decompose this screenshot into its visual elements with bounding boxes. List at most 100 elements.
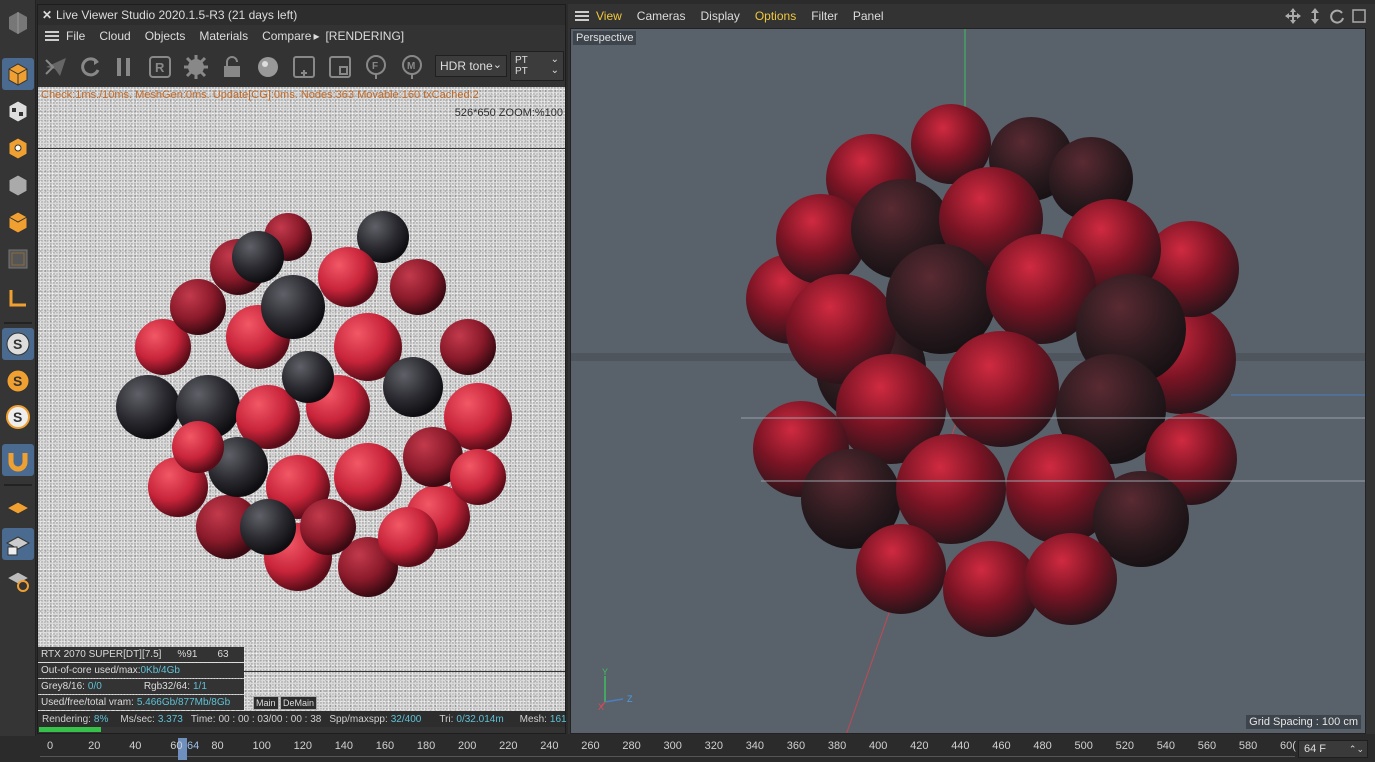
points-mode-icon[interactable] xyxy=(2,132,34,164)
lock-grid-icon[interactable] xyxy=(2,528,34,560)
hdr-tone-value: HDR tone xyxy=(440,59,493,73)
grid-spacing-label: Grid Spacing : 100 cm xyxy=(1246,715,1361,729)
vram-label: Used/free/total vram: xyxy=(41,697,134,708)
timeline-tick: 580 xyxy=(1238,740,1258,752)
demain-tag[interactable]: DeMain xyxy=(280,696,318,710)
menu-materials[interactable]: Materials xyxy=(199,29,248,43)
move-view-icon[interactable] xyxy=(1285,8,1301,24)
edges-mode-icon[interactable] xyxy=(2,169,34,201)
hamburger-icon[interactable] xyxy=(38,31,66,41)
timeline-tick: 460 xyxy=(992,740,1011,752)
out-of-core-row: Out-of-core used/max: 0Kb/4Gb xyxy=(38,663,244,678)
axis-mode-icon[interactable] xyxy=(2,282,34,314)
live-viewer-titlebar: ✕ Live Viewer Studio 2020.1.5-R3 (21 day… xyxy=(38,5,565,25)
uv-mode-icon[interactable] xyxy=(2,243,34,275)
menu-objects[interactable]: Objects xyxy=(145,29,186,43)
gpu-temp: 63 xyxy=(217,649,229,660)
timeline-tick: 340 xyxy=(745,740,765,752)
main-tag[interactable]: Main xyxy=(253,696,279,710)
svg-text:S: S xyxy=(13,409,22,425)
timeline-tick: 240 xyxy=(540,740,559,752)
timeline[interactable]: 0 20 40 60 80 100 120 140 160 180 200 220 240 260 280 3… xyxy=(0,736,1375,762)
region-render-icon[interactable]: R xyxy=(146,53,174,81)
gpu-usage: %91 xyxy=(177,649,198,660)
kernel-select[interactable]: PT PT ⌄ ⌄ xyxy=(510,51,564,81)
menu-display[interactable]: Display xyxy=(700,9,739,23)
region-box-icon[interactable] xyxy=(326,53,354,81)
checker-cube-icon[interactable] xyxy=(2,95,34,127)
send-scene-icon[interactable] xyxy=(42,53,70,81)
timeline-tick: 420 xyxy=(910,740,929,752)
rgb-label: Rgb32/64: xyxy=(143,681,190,692)
close-icon[interactable]: ✕ xyxy=(38,8,56,22)
material-ball-icon[interactable] xyxy=(254,53,282,81)
hdr-tone-select[interactable]: HDR tone ⌄ xyxy=(435,55,507,77)
timeline-tick: 100 xyxy=(252,740,271,752)
pause-icon[interactable] xyxy=(110,53,138,81)
settings-gear-icon[interactable] xyxy=(182,53,210,81)
timeline-tick: 180 xyxy=(416,740,436,752)
render-status-bar: Rendering: 8% Ms/sec: 3.373 Time: 00 : 0… xyxy=(38,711,567,727)
rotate-view-icon[interactable] xyxy=(1329,8,1345,24)
stepper-arrows-icon[interactable]: ⌃⌄ xyxy=(1349,741,1364,757)
render-state-label: [RENDERING] xyxy=(325,29,405,43)
tri-label: Tri: xyxy=(439,713,454,725)
cube-object-icon[interactable] xyxy=(2,58,34,90)
menu-compare[interactable]: Compare xyxy=(262,29,311,43)
timeline-tick: 40 xyxy=(129,740,142,752)
grey-value: 0/0 xyxy=(87,681,102,692)
menu-file[interactable]: File xyxy=(66,29,85,43)
live-viewer-title: Live Viewer Studio 2020.1.5-R3 (21 days … xyxy=(56,8,298,22)
refresh-grid-icon[interactable] xyxy=(2,563,34,595)
hamburger-icon[interactable] xyxy=(568,11,596,21)
timeline-tick: 300 xyxy=(663,740,682,752)
app-logo-icon xyxy=(2,6,34,38)
out-of-core-label: Out-of-core used/max: xyxy=(41,665,141,676)
lock-icon[interactable] xyxy=(218,53,246,81)
menu-cloud[interactable]: Cloud xyxy=(99,29,130,43)
menu-filter[interactable]: Filter xyxy=(811,9,838,23)
menu-options[interactable]: Options xyxy=(755,9,796,23)
timeline-tick: 360 xyxy=(786,740,806,752)
floor-grid-icon[interactable] xyxy=(2,491,34,523)
left-toolbar: S S S xyxy=(0,0,36,736)
menu-cameras[interactable]: Cameras xyxy=(637,9,686,23)
live-viewer-menubar: File Cloud Objects Materials Compare ▸ [… xyxy=(38,25,565,47)
snap-s-icon[interactable]: S xyxy=(2,328,34,360)
snap-s-orange-icon[interactable]: S xyxy=(2,365,34,397)
chevron-down-icon: ⌄ xyxy=(550,65,559,76)
frame-field-value: 64 F xyxy=(1304,743,1327,755)
app-root: S S S ✕ Live Viewer Studio 2020.1.5-R3 (… xyxy=(0,0,1375,762)
timeline-ruler[interactable] xyxy=(40,756,1295,762)
maximize-view-icon[interactable] xyxy=(1351,8,1367,24)
svg-text:F: F xyxy=(372,61,378,72)
snap-s-settings-icon[interactable]: S xyxy=(2,401,34,433)
tri-value: 0/32.014m xyxy=(456,713,504,725)
rendering-value: 8% xyxy=(93,713,109,725)
timeline-tick: 280 xyxy=(622,740,641,752)
svg-text:S: S xyxy=(13,373,22,389)
menu-panel[interactable]: Panel xyxy=(853,9,884,23)
magnet-icon[interactable] xyxy=(2,444,34,476)
timeline-tick: 120 xyxy=(293,740,312,752)
chevron-right-icon: ▸ xyxy=(313,29,320,43)
render-progress-bar xyxy=(39,727,101,732)
material-pin-icon[interactable]: M xyxy=(398,53,426,81)
render-canvas[interactable]: Check:1ms./10ms. MeshGen:0ms. Update[CG]… xyxy=(38,87,565,711)
zoom-view-icon[interactable] xyxy=(1307,8,1323,24)
mesh-label: Mesh: xyxy=(519,713,547,725)
camera-label[interactable]: Perspective xyxy=(573,31,637,45)
focus-pin-icon[interactable]: F xyxy=(362,53,390,81)
timeline-tick: 220 xyxy=(499,740,518,752)
menu-view[interactable]: View xyxy=(596,9,622,23)
timeline-tick: 0 xyxy=(47,740,54,752)
grey-label: Grey8/16: xyxy=(41,681,85,692)
add-region-icon[interactable] xyxy=(290,53,318,81)
frame-field[interactable]: 64 F ⌃⌄ xyxy=(1298,740,1368,758)
vram-row: Used/free/total vram: 5.466Gb/877Mb/8Gb xyxy=(38,695,244,710)
polygons-mode-icon[interactable] xyxy=(2,206,34,238)
restart-render-icon[interactable] xyxy=(76,53,104,81)
live-viewer-iconbar: R F M HDR tone ⌄ PT PT ⌄ ⌄ xyxy=(38,47,565,87)
vram-value: 5.466Gb/877Mb/8Gb xyxy=(136,697,231,708)
viewport-3d[interactable]: Y Z X Perspective Grid Spacing : 100 cm xyxy=(570,28,1366,734)
